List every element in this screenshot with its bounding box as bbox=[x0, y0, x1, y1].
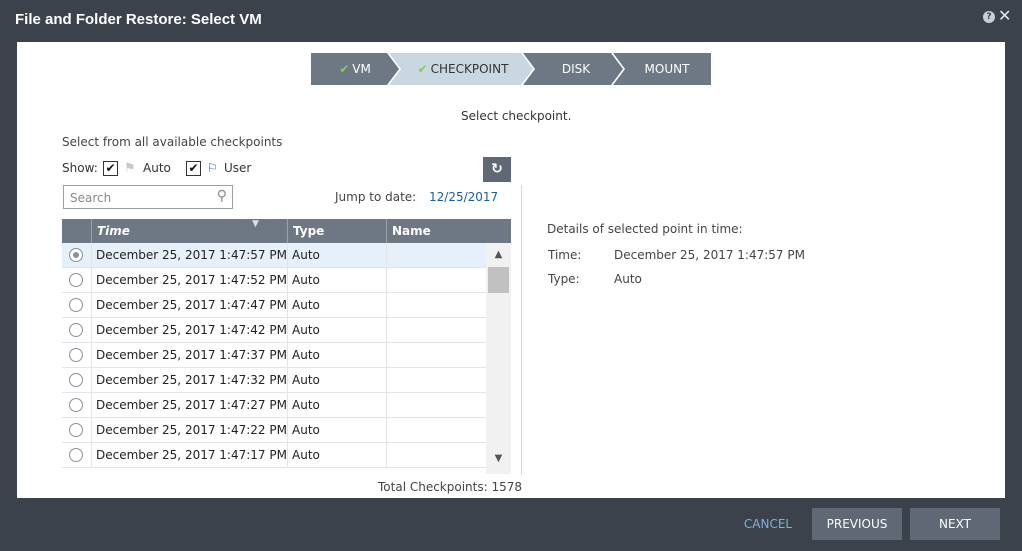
cell-type: Auto bbox=[287, 418, 386, 442]
sort-desc-icon[interactable]: ▼ bbox=[252, 219, 259, 229]
step-disk[interactable]: DISK bbox=[523, 53, 623, 85]
step-mount[interactable]: MOUNT bbox=[613, 53, 711, 85]
row-radio[interactable] bbox=[69, 348, 83, 362]
title-bar: File and Folder Restore: Select VM ? ✕ bbox=[0, 0, 1022, 42]
table-row[interactable]: December 25, 2017 1:47:22 PM Auto bbox=[62, 418, 486, 443]
jump-to-date-link[interactable]: 12/25/2017 bbox=[429, 190, 498, 204]
row-radio[interactable] bbox=[69, 448, 83, 462]
cell-name bbox=[386, 368, 486, 392]
row-radio[interactable] bbox=[69, 298, 83, 312]
table-row[interactable]: December 25, 2017 1:47:42 PM Auto bbox=[62, 318, 486, 343]
check-icon: ✔ bbox=[339, 62, 350, 76]
step-vm[interactable]: ✔ VM bbox=[311, 53, 399, 85]
cell-type: Auto bbox=[287, 343, 386, 367]
close-icon[interactable]: ✕ bbox=[998, 6, 1011, 25]
row-radio[interactable] bbox=[69, 273, 83, 287]
cell-time: December 25, 2017 1:47:42 PM bbox=[91, 318, 287, 342]
row-radio[interactable] bbox=[69, 323, 83, 337]
cell-type: Auto bbox=[287, 443, 386, 467]
details-type-label: Type: bbox=[548, 272, 580, 286]
cell-name bbox=[386, 268, 486, 292]
cell-name bbox=[386, 393, 486, 417]
table-row[interactable]: December 25, 2017 1:47:27 PM Auto bbox=[62, 393, 486, 418]
cell-type: Auto bbox=[287, 268, 386, 292]
wizard-panel: ✔ VM ✔ CHECKPOINT DISK MOUNT Select checkp… bbox=[17, 42, 1005, 498]
cell-type: Auto bbox=[287, 318, 386, 342]
cell-time: December 25, 2017 1:47:32 PM bbox=[91, 368, 287, 392]
cell-name bbox=[386, 293, 486, 317]
user-checkbox[interactable]: ✔ bbox=[186, 161, 201, 176]
details-time-value: December 25, 2017 1:47:57 PM bbox=[614, 248, 805, 262]
check-icon: ✔ bbox=[417, 62, 428, 76]
cell-type: Auto bbox=[287, 293, 386, 317]
search-box: ⚲ bbox=[63, 185, 233, 209]
details-title: Details of selected point in time: bbox=[547, 222, 743, 236]
cell-time: December 25, 2017 1:47:27 PM bbox=[91, 393, 287, 417]
table-header: Time ▼ Type Name bbox=[62, 219, 511, 243]
cell-name bbox=[386, 443, 486, 467]
table-row[interactable]: December 25, 2017 1:47:52 PM Auto bbox=[62, 268, 486, 293]
instruction-text: Select checkpoint. bbox=[461, 109, 572, 123]
divider bbox=[521, 185, 522, 475]
row-radio[interactable] bbox=[69, 248, 83, 262]
refresh-icon: ↻ bbox=[491, 161, 503, 177]
table-row[interactable]: December 25, 2017 1:47:37 PM Auto bbox=[62, 343, 486, 368]
cell-type: Auto bbox=[287, 243, 386, 267]
refresh-button[interactable]: ↻ bbox=[483, 157, 511, 182]
cell-time: December 25, 2017 1:47:17 PM bbox=[91, 443, 287, 467]
cell-time: December 25, 2017 1:47:52 PM bbox=[91, 268, 287, 292]
search-input[interactable] bbox=[68, 187, 212, 209]
total-checkpoints: Total Checkpoints: 1578 bbox=[378, 480, 523, 494]
window-title: File and Folder Restore: Select VM bbox=[15, 11, 262, 28]
step-checkpoint[interactable]: ✔ CHECKPOINT bbox=[389, 53, 533, 85]
wizard-steps: ✔ VM ✔ CHECKPOINT DISK MOUNT bbox=[311, 53, 711, 85]
previous-button[interactable]: PREVIOUS bbox=[812, 508, 902, 540]
auto-checkbox[interactable]: ✔ bbox=[103, 161, 118, 176]
scroll-up-icon[interactable]: ▲ bbox=[486, 245, 511, 265]
cell-time: December 25, 2017 1:47:57 PM bbox=[91, 243, 287, 267]
scroll-down-icon[interactable]: ▼ bbox=[486, 449, 511, 469]
user-icon: ⚐ bbox=[207, 161, 218, 175]
auto-label: Auto bbox=[143, 161, 171, 175]
cell-type: Auto bbox=[287, 368, 386, 392]
checkpoint-table: Time ▼ Type Name December 25, 2017 1:47:… bbox=[62, 219, 511, 474]
subheading: Select from all available checkpoints bbox=[62, 135, 283, 149]
cell-time: December 25, 2017 1:47:47 PM bbox=[91, 293, 287, 317]
table-row[interactable]: December 25, 2017 1:47:57 PM Auto bbox=[62, 243, 486, 268]
step-label: CHECKPOINT bbox=[430, 62, 509, 76]
row-radio[interactable] bbox=[69, 423, 83, 437]
show-label: Show: bbox=[62, 161, 98, 175]
table-row[interactable]: December 25, 2017 1:47:17 PM Auto bbox=[62, 443, 486, 468]
jump-to-date-label: Jump to date: bbox=[335, 190, 417, 204]
table-scrollbar[interactable]: ▲ ▼ bbox=[486, 243, 511, 474]
cell-time: December 25, 2017 1:47:22 PM bbox=[91, 418, 287, 442]
cell-name bbox=[386, 243, 486, 267]
cancel-button[interactable]: CANCEL bbox=[728, 508, 808, 540]
search-icon[interactable]: ⚲ bbox=[217, 188, 227, 204]
flag-icon: ⚑ bbox=[124, 161, 136, 176]
cell-time: December 25, 2017 1:47:37 PM bbox=[91, 343, 287, 367]
table-row[interactable]: December 25, 2017 1:47:47 PM Auto bbox=[62, 293, 486, 318]
next-button[interactable]: NEXT bbox=[910, 508, 1000, 540]
row-radio[interactable] bbox=[69, 398, 83, 412]
column-header-type[interactable]: Type bbox=[287, 219, 386, 243]
details-type-value: Auto bbox=[614, 272, 642, 286]
table-row[interactable]: December 25, 2017 1:47:32 PM Auto bbox=[62, 368, 486, 393]
cell-name bbox=[386, 343, 486, 367]
cell-name bbox=[386, 418, 486, 442]
step-label: DISK bbox=[561, 62, 591, 76]
scroll-thumb[interactable] bbox=[488, 267, 509, 293]
user-label: User bbox=[224, 161, 252, 175]
step-label: MOUNT bbox=[644, 62, 690, 76]
cell-name bbox=[386, 318, 486, 342]
row-radio[interactable] bbox=[69, 373, 83, 387]
step-label: VM bbox=[352, 62, 371, 76]
details-time-label: Time: bbox=[548, 248, 582, 262]
column-header-name[interactable]: Name bbox=[386, 219, 511, 243]
cell-type: Auto bbox=[287, 393, 386, 417]
help-icon[interactable]: ? bbox=[983, 11, 995, 23]
